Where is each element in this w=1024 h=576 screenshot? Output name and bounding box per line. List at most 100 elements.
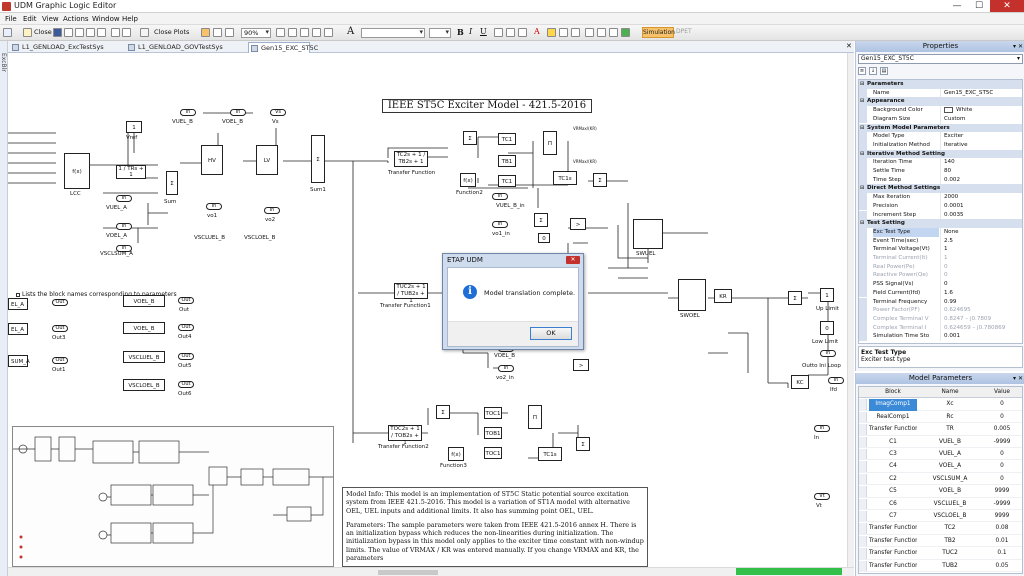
row-header[interactable] — [859, 436, 867, 447]
align-text-left-icon[interactable] — [494, 28, 503, 37]
property-row[interactable]: Complex Terminal I 0.624659 – j0.780869 — [859, 323, 1022, 333]
collapse-icon[interactable]: ⊟ — [860, 150, 864, 159]
canvas-vertical-scrollbar[interactable] — [847, 53, 854, 567]
table-cell[interactable]: -9999 — [983, 437, 1021, 448]
row-header[interactable] — [859, 535, 867, 547]
property-row[interactable]: PSS Signal(Vs) 0 — [859, 280, 1022, 289]
property-value[interactable]: Gen15_EXC_ST5C — [940, 88, 1022, 98]
tob1-block[interactable]: TOB1 — [484, 427, 502, 439]
property-value[interactable]: 0.0035 — [940, 210, 1022, 220]
table-cell[interactable]: Rc — [919, 412, 981, 423]
in-port[interactable]: In — [492, 193, 508, 200]
line-style-icon[interactable] — [559, 28, 568, 37]
vt-port[interactable]: Vt — [814, 493, 830, 500]
in-port[interactable]: In — [180, 109, 196, 116]
table-row[interactable]: Transfer Function TB2 0.01 — [859, 535, 1022, 548]
voel-b-list-block-2[interactable]: VOEL_B — [123, 322, 165, 334]
table-cell[interactable]: 0.01 — [983, 536, 1021, 547]
tuc2-transfer-function-block[interactable]: TUC2s + 1 / TUB2s + 1 — [394, 283, 428, 304]
properties-object-select[interactable]: Gen15_EXC_ST5C — [858, 54, 1023, 64]
copy-icon[interactable] — [86, 28, 95, 37]
model-info-textbox[interactable]: Model Info: This model is an implementat… — [342, 487, 648, 567]
property-row[interactable]: Initialization Method Iterative — [859, 140, 1022, 150]
table-cell[interactable]: 0.05 — [983, 561, 1021, 572]
zero-constant-block[interactable]: 0 — [820, 321, 834, 335]
close-tab-icon[interactable]: ✕ — [846, 42, 852, 50]
ifd-port[interactable]: In — [828, 377, 844, 384]
table-row[interactable]: C6 VSCLUEL_B -9999 — [859, 498, 1022, 510]
property-row[interactable]: Iteration Time 140 — [859, 158, 1022, 167]
diagram-title[interactable]: IEEE ST5C Exciter Model - 421.5-2016 — [382, 99, 592, 113]
in-port[interactable]: In — [230, 109, 246, 116]
property-value[interactable]: Custom — [940, 114, 1022, 124]
line-weight-icon[interactable] — [571, 28, 580, 37]
row-header[interactable] — [859, 424, 867, 435]
property-category[interactable]: ⊟ Test Setting — [859, 219, 1022, 228]
row-header[interactable] — [859, 473, 867, 485]
property-row[interactable]: Terminal Current(It) 1 — [859, 254, 1022, 263]
table-cell[interactable]: 0.08 — [983, 523, 1021, 534]
tc1s-block[interactable]: TC1s — [538, 447, 562, 461]
collapse-icon[interactable]: ⊟ — [860, 219, 864, 228]
table-cell[interactable]: C2 — [869, 474, 917, 485]
table-cell[interactable]: 0 — [983, 399, 1021, 410]
row-header[interactable] — [859, 486, 867, 497]
out-port[interactable]: Out — [178, 353, 194, 360]
italic-icon[interactable]: I — [469, 27, 472, 36]
table-cell[interactable]: TUB2 — [919, 561, 981, 572]
alphabetical-icon[interactable]: ↓ — [869, 67, 877, 75]
property-row[interactable]: Exc Test Type None — [859, 227, 1022, 237]
table-cell[interactable]: Transfer Function1 — [869, 548, 917, 559]
property-value[interactable]: None — [940, 227, 1022, 237]
table-cell[interactable]: 0 — [983, 412, 1021, 423]
collapse-icon[interactable]: ⊟ — [860, 124, 864, 133]
left-dock-tab[interactable]: ExcBlr — [0, 53, 7, 72]
in-port[interactable]: In — [492, 221, 508, 228]
tc1-block-2[interactable]: TC1 — [498, 175, 516, 187]
tab-gen15-exc-st5c[interactable]: Gen15_EXC_ST5C — [248, 42, 318, 53]
property-value[interactable]: White — [940, 106, 1022, 115]
property-row[interactable]: Terminal Voltage(Vt) 1 — [859, 245, 1022, 254]
out-port[interactable]: Out — [52, 357, 68, 364]
table-row[interactable]: C5 VOEL_B 9999 — [859, 486, 1022, 498]
toc1-block-2[interactable]: TOC1 — [484, 447, 502, 459]
table-row[interactable]: Transfer Function1TUC20.1 — [859, 548, 1022, 560]
property-category[interactable]: ⊟ System Model Parameters — [859, 123, 1022, 133]
row-header[interactable] — [859, 449, 867, 460]
menu-file[interactable]: File — [5, 15, 17, 23]
sum-block[interactable]: Σ — [593, 173, 607, 187]
property-value[interactable]: 0 — [940, 280, 1022, 289]
table-cell[interactable]: C3 — [869, 449, 917, 460]
zoom-select[interactable]: 90% — [241, 28, 271, 38]
categorized-icon[interactable]: ≡ — [858, 67, 866, 75]
table-cell[interactable]: -9999 — [983, 499, 1021, 510]
sum-block[interactable]: Σ — [436, 405, 450, 419]
diagram-canvas[interactable]: IEEE ST5C Exciter Model - 421.5-2016 f(x… — [8, 53, 854, 567]
ok-button[interactable]: OK — [530, 327, 572, 340]
property-row[interactable]: Precision 0.0001 — [859, 201, 1022, 211]
swoel-switch-block[interactable] — [678, 279, 706, 311]
table-cell[interactable]: TB2 — [919, 536, 981, 547]
property-value[interactable]: 2000 — [940, 193, 1022, 202]
voel-b-list-block[interactable]: VOEL_B — [123, 295, 165, 307]
property-value[interactable]: 0.001 — [940, 332, 1022, 341]
scrollbar-thumb[interactable] — [378, 570, 438, 575]
table-cell[interactable]: Transfer Function — [869, 523, 917, 534]
table-row[interactable]: Transfer Function1TUB20.05 — [859, 560, 1022, 572]
sum-a-block[interactable]: SUM_A — [8, 355, 30, 367]
fu-function2-block[interactable]: f(x) — [460, 173, 476, 187]
el-a-block-2[interactable]: EL_A — [8, 323, 28, 335]
menu-help[interactable]: Help — [122, 15, 138, 23]
align-center-icon[interactable] — [300, 28, 309, 37]
close-window-button[interactable]: ✕ — [990, 0, 1024, 12]
align-text-center-icon[interactable] — [506, 28, 515, 37]
table-cell[interactable]: C4 — [869, 461, 917, 472]
vo2-port[interactable]: In — [264, 207, 280, 214]
property-value[interactable]: 0.624695 — [940, 306, 1022, 315]
property-value[interactable]: 0 — [940, 262, 1022, 272]
save-icon[interactable] — [53, 28, 62, 37]
table-row[interactable]: RealComp1 Rc 0 — [859, 411, 1022, 424]
tr-transfer-function-block[interactable]: 1 / TRs + 1 — [116, 165, 146, 179]
comparator-block[interactable]: > — [570, 218, 586, 230]
property-row[interactable]: Diagram Size Custom — [859, 114, 1022, 124]
